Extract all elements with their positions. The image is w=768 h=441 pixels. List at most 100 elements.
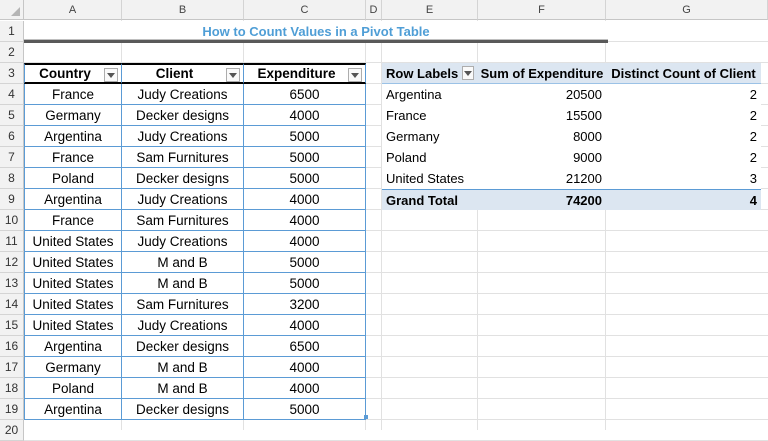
pivot-sum-value[interactable]: 9000 [478, 147, 606, 168]
country-cell[interactable]: France [24, 210, 122, 231]
pivot-grand-total-0[interactable]: Grand Total [382, 189, 478, 210]
client-cell[interactable]: Judy Creations [122, 84, 244, 105]
country-cell[interactable]: Poland [24, 378, 122, 399]
expenditure-cell[interactable]: 5000 [244, 252, 366, 273]
expenditure-cell[interactable]: 4000 [244, 210, 366, 231]
pivot-grand-total-2[interactable]: 4 [606, 189, 761, 210]
select-all-corner[interactable] [0, 0, 24, 20]
row-header[interactable]: 7 [0, 147, 24, 168]
pivot-row-label[interactable]: France [382, 105, 478, 126]
expenditure-cell[interactable]: 4000 [244, 105, 366, 126]
column-header-g[interactable]: G [606, 0, 768, 20]
client-cell[interactable]: Judy Creations [122, 231, 244, 252]
pivot-distinct-value[interactable]: 2 [606, 84, 761, 105]
column-header-b[interactable]: B [122, 0, 244, 20]
country-cell[interactable]: Argentina [24, 336, 122, 357]
filter-dropdown-icon[interactable] [104, 68, 118, 82]
row-header[interactable]: 3 [0, 63, 24, 84]
country-cell[interactable]: United States [24, 252, 122, 273]
row-header[interactable]: 9 [0, 189, 24, 210]
row-header[interactable]: 19 [0, 399, 24, 420]
row-header[interactable]: 16 [0, 336, 24, 357]
row-header[interactable]: 8 [0, 168, 24, 189]
pivot-sum-value[interactable]: 15500 [478, 105, 606, 126]
pivot-header-row-labels[interactable]: Row Labels [382, 63, 478, 84]
expenditure-cell[interactable]: 5000 [244, 399, 366, 420]
country-cell[interactable]: Germany [24, 357, 122, 378]
header-client[interactable]: Client [122, 63, 244, 84]
client-cell[interactable]: Decker designs [122, 105, 244, 126]
table-resize-handle[interactable] [364, 415, 368, 419]
pivot-distinct-value[interactable]: 2 [606, 105, 761, 126]
client-cell[interactable]: Sam Furnitures [122, 210, 244, 231]
country-cell[interactable]: United States [24, 315, 122, 336]
country-cell[interactable]: Argentina [24, 126, 122, 147]
row-header[interactable]: 15 [0, 315, 24, 336]
client-cell[interactable]: Decker designs [122, 336, 244, 357]
expenditure-cell[interactable]: 5000 [244, 273, 366, 294]
country-cell[interactable]: United States [24, 273, 122, 294]
client-cell[interactable]: Judy Creations [122, 315, 244, 336]
client-cell[interactable]: M and B [122, 378, 244, 399]
expenditure-cell[interactable]: 6500 [244, 336, 366, 357]
row-header[interactable]: 11 [0, 231, 24, 252]
filter-dropdown-icon[interactable] [226, 68, 240, 82]
country-cell[interactable]: United States [24, 294, 122, 315]
row-header[interactable]: 14 [0, 294, 24, 315]
client-cell[interactable]: M and B [122, 252, 244, 273]
row-header[interactable]: 17 [0, 357, 24, 378]
pivot-sum-value[interactable]: 20500 [478, 84, 606, 105]
row-header[interactable]: 2 [0, 42, 24, 63]
row-header[interactable]: 13 [0, 273, 24, 294]
pivot-grand-total-1[interactable]: 74200 [478, 189, 606, 210]
pivot-row-label[interactable]: Argentina [382, 84, 478, 105]
expenditure-cell[interactable]: 4000 [244, 315, 366, 336]
pivot-distinct-value[interactable]: 2 [606, 147, 761, 168]
country-cell[interactable]: France [24, 147, 122, 168]
client-cell[interactable]: M and B [122, 273, 244, 294]
country-cell[interactable]: Argentina [24, 189, 122, 210]
pivot-row-label[interactable]: Poland [382, 147, 478, 168]
expenditure-cell[interactable]: 3200 [244, 294, 366, 315]
pivot-header-distinct[interactable]: Distinct Count of Client [606, 63, 761, 84]
pivot-sum-value[interactable]: 8000 [478, 126, 606, 147]
client-cell[interactable]: Judy Creations [122, 189, 244, 210]
column-header-c[interactable]: C [244, 0, 366, 20]
pivot-header-sum[interactable]: Sum of Expenditure [478, 63, 606, 84]
row-header[interactable]: 18 [0, 378, 24, 399]
expenditure-cell[interactable]: 5000 [244, 168, 366, 189]
pivot-row-label[interactable]: United States [382, 168, 478, 189]
client-cell[interactable]: M and B [122, 357, 244, 378]
pivot-row-label[interactable]: Germany [382, 126, 478, 147]
country-cell[interactable]: Germany [24, 105, 122, 126]
country-cell[interactable]: France [24, 84, 122, 105]
client-cell[interactable]: Decker designs [122, 168, 244, 189]
header-country[interactable]: Country [24, 63, 122, 84]
client-cell[interactable]: Sam Furnitures [122, 294, 244, 315]
column-header-a[interactable]: A [24, 0, 122, 20]
pivot-distinct-value[interactable]: 2 [606, 126, 761, 147]
row-header[interactable]: 6 [0, 126, 24, 147]
column-header-d[interactable]: D [366, 0, 382, 20]
pivot-sum-value[interactable]: 21200 [478, 168, 606, 189]
expenditure-cell[interactable]: 4000 [244, 378, 366, 399]
expenditure-cell[interactable]: 4000 [244, 231, 366, 252]
row-header[interactable]: 1 [0, 21, 24, 42]
expenditure-cell[interactable]: 6500 [244, 84, 366, 105]
country-cell[interactable]: Argentina [24, 399, 122, 420]
country-cell[interactable]: United States [24, 231, 122, 252]
expenditure-cell[interactable]: 4000 [244, 357, 366, 378]
pivot-distinct-value[interactable]: 3 [606, 168, 761, 189]
row-header[interactable]: 5 [0, 105, 24, 126]
client-cell[interactable]: Judy Creations [122, 126, 244, 147]
row-header[interactable]: 12 [0, 252, 24, 273]
client-cell[interactable]: Decker designs [122, 399, 244, 420]
row-header[interactable]: 4 [0, 84, 24, 105]
expenditure-cell[interactable]: 4000 [244, 189, 366, 210]
filter-dropdown-icon[interactable] [462, 66, 474, 80]
column-header-e[interactable]: E [382, 0, 478, 20]
column-header-f[interactable]: F [478, 0, 606, 20]
header-expenditure[interactable]: Expenditure [244, 63, 366, 84]
row-header[interactable]: 10 [0, 210, 24, 231]
expenditure-cell[interactable]: 5000 [244, 126, 366, 147]
